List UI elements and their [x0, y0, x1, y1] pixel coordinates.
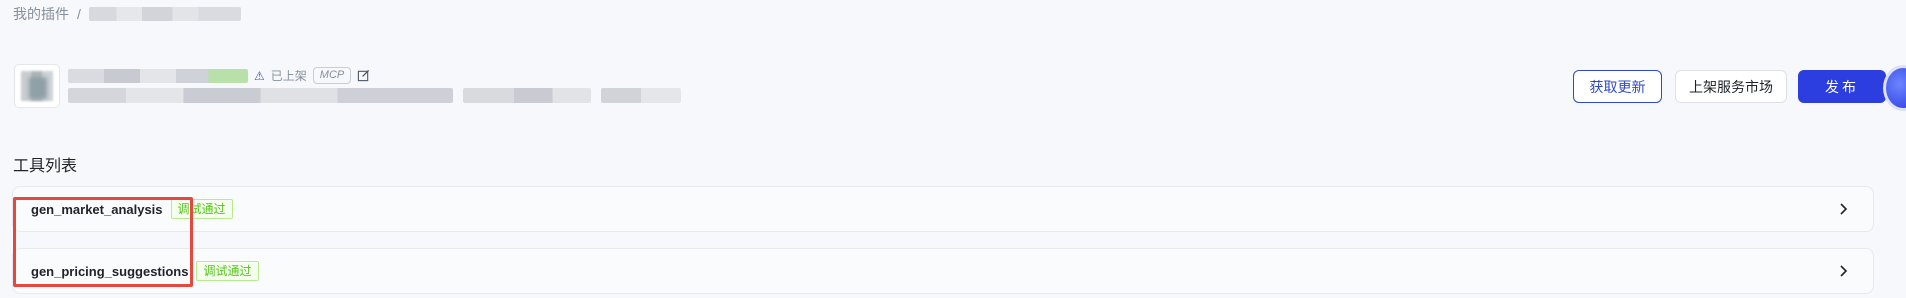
chevron-right-icon[interactable]	[1835, 263, 1851, 279]
breadcrumb-separator: /	[77, 6, 81, 22]
assistant-icon[interactable]	[1886, 68, 1906, 108]
breadcrumb: 我的插件 /	[13, 4, 241, 24]
tool-row[interactable]: gen_pricing_suggestions 调试通过	[12, 248, 1874, 294]
warning-icon: ⚠	[254, 68, 265, 83]
plugin-name-redacted	[68, 68, 248, 83]
chevron-right-icon[interactable]	[1835, 201, 1851, 217]
plugin-icon	[14, 64, 60, 108]
highlight-box	[13, 197, 193, 287]
section-title: 工具列表	[13, 158, 78, 175]
breadcrumb-root[interactable]: 我的插件	[13, 4, 69, 24]
edit-icon[interactable]	[357, 69, 370, 82]
list-on-market-button[interactable]: 上架服务市场	[1675, 70, 1787, 103]
plugin-name-row: ⚠ 已上架 MCP	[68, 67, 370, 84]
plugin-description-redacted	[68, 88, 681, 103]
plugin-status: 已上架	[270, 69, 307, 83]
get-update-button[interactable]: 获取更新	[1573, 70, 1662, 103]
breadcrumb-current-redacted	[88, 7, 241, 21]
mcp-tag: MCP	[312, 67, 352, 84]
publish-button[interactable]: 发布	[1798, 70, 1886, 103]
tool-row[interactable]: gen_market_analysis 调试通过	[12, 186, 1874, 232]
status-badge: 调试通过	[196, 261, 259, 281]
